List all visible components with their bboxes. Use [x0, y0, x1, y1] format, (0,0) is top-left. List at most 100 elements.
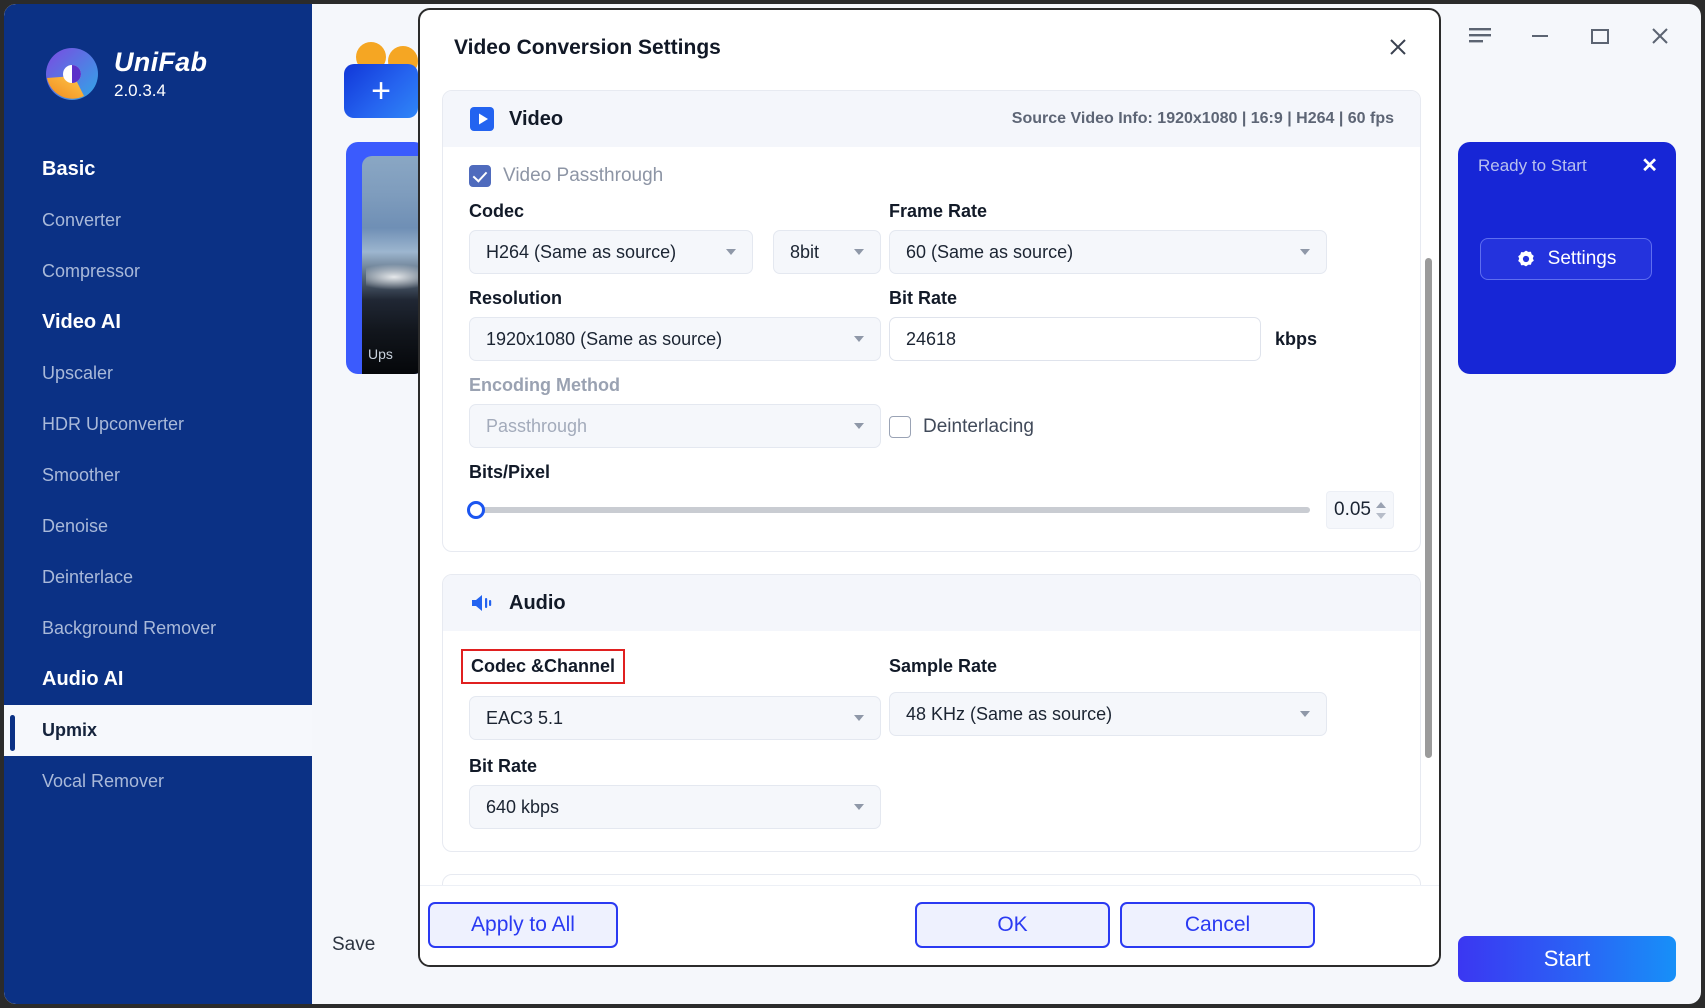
bitdepth-value: 8bit [790, 241, 820, 262]
sample-rate-label: Sample Rate [889, 656, 998, 676]
dialog-title: Video Conversion Settings [454, 36, 721, 59]
source-video-info: Source Video Info: 1920x1080 | 16:9 | H2… [1011, 110, 1394, 127]
chevron-down-icon [854, 249, 864, 255]
minimize-icon[interactable] [1527, 23, 1553, 49]
video-bitrate-value: 24618 [906, 328, 957, 349]
sidebar-item-deinterlace[interactable]: Deinterlace [4, 552, 312, 603]
sidebar-group-video-ai: Video AI [42, 311, 121, 333]
task-card[interactable]: Ups [346, 142, 426, 374]
sidebar-item-upmix[interactable]: Upmix [4, 705, 312, 756]
hamburger-menu-icon[interactable] [1467, 23, 1493, 49]
video-section-title: Video [509, 107, 564, 130]
sidebar-item-denoise[interactable]: Denoise [4, 501, 312, 552]
sidebar-item-vocal-remover[interactable]: Vocal Remover [4, 756, 312, 807]
bits-per-pixel-label: Bits/Pixel [469, 462, 551, 482]
resolution-value: 1920x1080 (Same as source) [486, 328, 723, 349]
audio-section-body: Codec &Channel EAC3 5.1 Sample Rate 48 K… [443, 631, 1420, 851]
ready-to-start-panel: Ready to Start ✕ Settings [1458, 142, 1676, 374]
bits-per-pixel-row: 0.05 [467, 491, 1394, 529]
framerate-select[interactable]: 60 (Same as source) [889, 230, 1327, 274]
gear-icon [1517, 250, 1534, 267]
chevron-down-icon [854, 715, 864, 721]
video-play-icon [470, 107, 494, 131]
speaker-icon [472, 595, 492, 611]
dialog-header: Video Conversion Settings [420, 10, 1439, 82]
audio-bitrate-select[interactable]: 640 kbps [469, 785, 881, 829]
brand-version: 2.0.3.4 [114, 81, 166, 100]
resolution-select[interactable]: 1920x1080 (Same as source) [469, 317, 881, 361]
maximize-icon[interactable] [1587, 23, 1613, 49]
sidebar-nav: Basic Converter Compressor Video AI Upsc… [4, 144, 312, 807]
dialog-close-icon[interactable] [1383, 32, 1413, 62]
sidebar: UniFab 2.0.3.4 Basic Converter Compresso… [4, 4, 312, 1004]
chevron-down-icon [854, 423, 864, 429]
cancel-button[interactable]: Cancel [1120, 902, 1315, 948]
ok-button[interactable]: OK [915, 902, 1110, 948]
bits-per-pixel-value: 0.05 [1334, 499, 1371, 520]
sidebar-group-audio-ai: Audio AI [42, 668, 124, 690]
ready-panel-close-icon[interactable]: ✕ [1641, 156, 1658, 176]
sidebar-item-hdr-upconverter[interactable]: HDR Upconverter [4, 399, 312, 450]
encoding-method-value: Passthrough [486, 415, 588, 436]
video-passthrough-row[interactable]: Video Passthrough [469, 165, 1394, 187]
chevron-down-icon [1300, 249, 1310, 255]
bits-per-pixel-stepper[interactable]: 0.05 [1326, 491, 1394, 529]
sidebar-item-background-remover[interactable]: Background Remover [4, 603, 312, 654]
audio-bitrate-label: Bit Rate [469, 756, 538, 776]
codec-channel-value: EAC3 5.1 [486, 707, 564, 728]
encoding-method-select: Passthrough [469, 404, 881, 448]
video-conversion-settings-dialog: Video Conversion Settings Video Source V… [418, 8, 1441, 967]
codec-value: H264 (Same as source) [486, 241, 677, 262]
video-section-header: Video Source Video Info: 1920x1080 | 16:… [443, 91, 1420, 147]
deinterlacing-row[interactable]: Deinterlacing [889, 416, 1034, 438]
save-location-label: Save [332, 934, 376, 955]
app-brand: UniFab 2.0.3.4 [44, 46, 207, 102]
ready-panel-title: Ready to Start [1478, 156, 1587, 175]
slider-knob[interactable] [467, 501, 485, 519]
task-card-label: Ups [368, 346, 393, 362]
dialog-body: Video Source Video Info: 1920x1080 | 16:… [420, 82, 1439, 892]
sidebar-item-compressor[interactable]: Compressor [4, 246, 312, 297]
codec-channel-select[interactable]: EAC3 5.1 [469, 696, 881, 740]
brand-name: UniFab [114, 47, 208, 77]
framerate-value: 60 (Same as source) [906, 241, 1074, 262]
chevron-down-icon [854, 336, 864, 342]
dialog-scrollbar[interactable] [1425, 258, 1432, 758]
audio-bitrate-value: 640 kbps [486, 796, 560, 817]
stepper-up-icon[interactable] [1376, 501, 1386, 508]
sample-rate-value: 48 KHz (Same as source) [906, 703, 1113, 724]
deinterlacing-checkbox[interactable] [889, 416, 911, 438]
close-icon[interactable] [1647, 23, 1673, 49]
apply-to-all-button[interactable]: Apply to All [428, 902, 618, 948]
chevron-down-icon [854, 804, 864, 810]
sidebar-item-upscaler[interactable]: Upscaler [4, 348, 312, 399]
bitdepth-select[interactable]: 8bit [773, 230, 881, 274]
settings-button-label: Settings [1547, 248, 1617, 269]
codec-select[interactable]: H264 (Same as source) [469, 230, 753, 274]
unifab-logo-icon [46, 48, 98, 100]
video-bitrate-label: Bit Rate [889, 288, 958, 308]
settings-button[interactable]: Settings [1480, 238, 1652, 280]
video-passthrough-checkbox[interactable] [469, 165, 491, 187]
video-section: Video Source Video Info: 1920x1080 | 16:… [442, 90, 1421, 552]
task-thumbnail [362, 156, 426, 374]
stepper-down-icon[interactable] [1376, 512, 1386, 519]
bits-per-pixel-slider[interactable] [467, 501, 1310, 519]
video-bitrate-input[interactable]: 24618 [889, 317, 1261, 361]
video-section-body: Video Passthrough Codec H264 (Same as so… [443, 147, 1420, 551]
sample-rate-select[interactable]: 48 KHz (Same as source) [889, 692, 1327, 736]
sidebar-item-converter[interactable]: Converter [4, 195, 312, 246]
framerate-label: Frame Rate [889, 201, 988, 221]
sidebar-item-smoother[interactable]: Smoother [4, 450, 312, 501]
chevron-down-icon [1300, 711, 1310, 717]
audio-section-header: Audio [443, 575, 1420, 631]
deinterlacing-label: Deinterlacing [923, 416, 1034, 437]
app-root: UniFab 2.0.3.4 Basic Converter Compresso… [0, 0, 1705, 1008]
video-bitrate-unit: kbps [1275, 328, 1318, 349]
start-button[interactable]: Start [1458, 936, 1676, 982]
main-window: UniFab 2.0.3.4 Basic Converter Compresso… [4, 4, 1701, 1004]
add-file-button[interactable]: + [344, 64, 418, 118]
audio-section: Audio Codec &Channel EAC3 5.1 Sample Rat… [442, 574, 1421, 852]
codec-label: Codec [469, 201, 525, 221]
stepper-arrows[interactable] [1376, 501, 1386, 519]
